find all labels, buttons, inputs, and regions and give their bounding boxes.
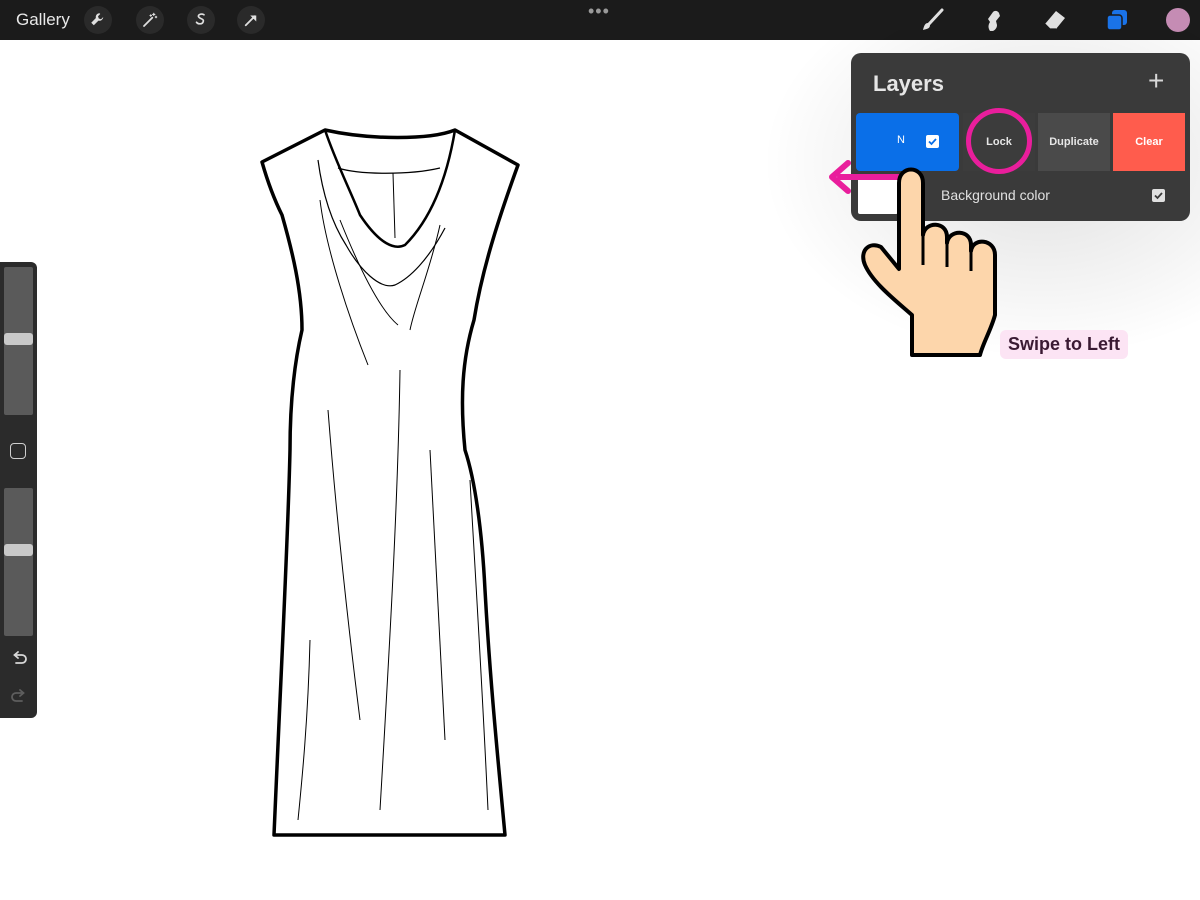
duplicate-button[interactable]: Duplicate xyxy=(1038,113,1110,171)
swipe-hint-label: Swipe to Left xyxy=(1000,330,1128,359)
blend-mode-button[interactable]: N xyxy=(897,134,905,146)
checkmark-icon xyxy=(1154,192,1163,200)
undo-icon[interactable] xyxy=(9,648,29,668)
dress-drawing xyxy=(260,128,520,837)
checkmark-icon xyxy=(928,138,937,146)
opacity-slider[interactable] xyxy=(4,488,33,636)
opacity-thumb[interactable] xyxy=(4,544,33,556)
pointing-hand-icon xyxy=(861,167,997,357)
color-swatch[interactable] xyxy=(1166,8,1190,32)
brush-size-thumb[interactable] xyxy=(4,333,33,345)
transform-arrow-icon[interactable] xyxy=(237,6,265,34)
wrench-icon[interactable] xyxy=(84,6,112,34)
layer-visibility-checkbox[interactable] xyxy=(926,135,939,148)
left-sidebar xyxy=(0,262,37,718)
gallery-button[interactable]: Gallery xyxy=(16,10,70,30)
background-visibility-checkbox[interactable] xyxy=(1152,189,1165,202)
clear-button[interactable]: Clear xyxy=(1113,113,1185,171)
magic-wand-icon[interactable] xyxy=(136,6,164,34)
selection-icon[interactable] xyxy=(187,6,215,34)
redo-icon[interactable] xyxy=(9,686,29,706)
layers-title: Layers xyxy=(873,71,944,96)
brush-size-slider[interactable] xyxy=(4,267,33,415)
more-menu-icon[interactable]: ••• xyxy=(588,1,610,22)
modify-button[interactable] xyxy=(10,443,26,459)
add-layer-button[interactable]: + xyxy=(1148,65,1164,97)
